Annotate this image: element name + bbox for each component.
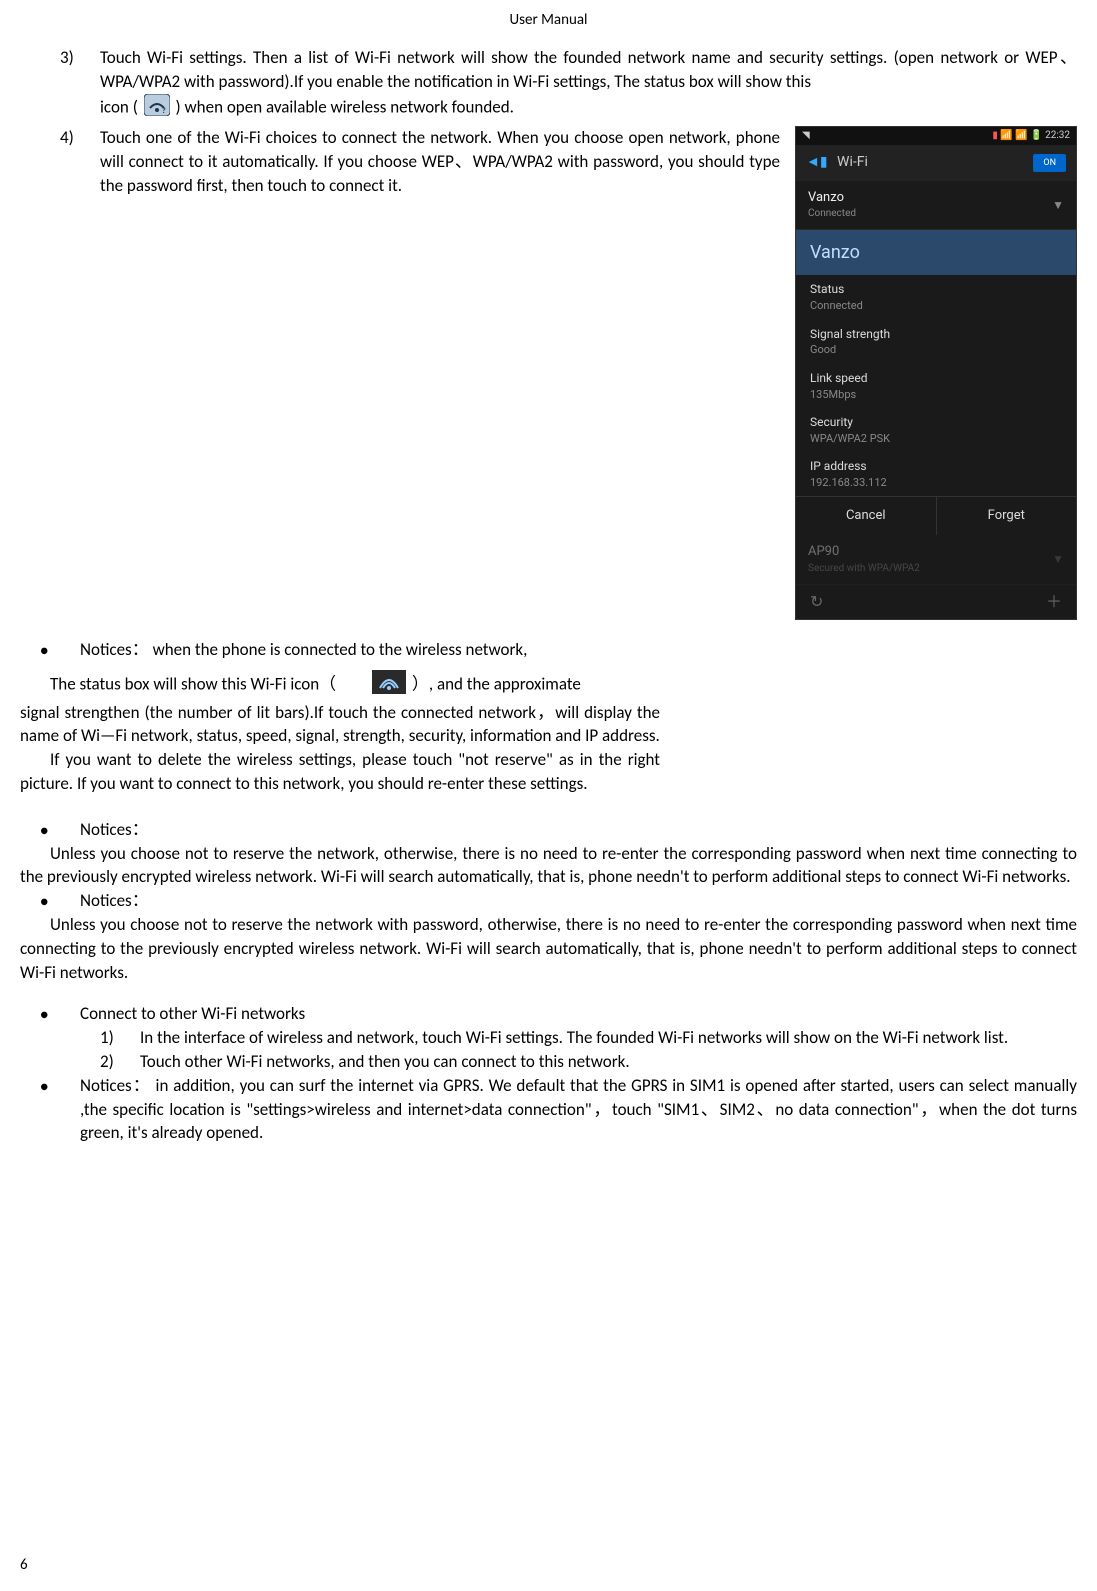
field-label: Status bbox=[810, 281, 1062, 298]
status-left-icon: ◥ bbox=[802, 129, 810, 143]
bullet-icon: ● bbox=[40, 889, 80, 913]
phone-screenshot: ◥ ▮ 📶 📶 🔋 22:32 ◄▮ Wi-Fi ON Vanzo Connec… bbox=[795, 126, 1077, 620]
body-text: Touch one of the Wi-Fi choices to connec… bbox=[100, 127, 780, 196]
phone-status-bar: ◥ ▮ 📶 📶 🔋 22:32 bbox=[796, 127, 1076, 145]
field-value: 192.168.33.112 bbox=[810, 475, 1062, 490]
body-paragraph: If you want to delete the wireless setti… bbox=[20, 748, 660, 796]
field-label: Signal strength bbox=[810, 326, 1062, 343]
body-text: icon ( bbox=[100, 96, 138, 117]
body-text: Touch Wi-Fi settings. Then a list of Wi-… bbox=[100, 47, 1077, 92]
wifi-on-toggle[interactable]: ON bbox=[1033, 154, 1066, 173]
notice-bullet: ● Notices： bbox=[40, 889, 1077, 913]
wifi-signal-icon: ▼ bbox=[1052, 551, 1064, 568]
body-paragraph: Unless you choose not to reserve the net… bbox=[20, 913, 1077, 984]
wifi-available-icon: ? bbox=[144, 94, 170, 123]
sub-list-item-1: 1) In the interface of wireless and netw… bbox=[100, 1026, 1077, 1050]
dialog-row-speed: Link speed 135Mbps bbox=[796, 364, 1076, 408]
body-paragraph: signal strengthen (the number of lit bar… bbox=[20, 701, 660, 749]
field-value: 135Mbps bbox=[810, 387, 1062, 402]
list-number: 1) bbox=[100, 1026, 140, 1050]
notice-bullet: ● Notices： bbox=[40, 818, 1077, 842]
signal-icon: 📶 📶 🔋 bbox=[1000, 130, 1045, 141]
wifi-signal-icon: ▼ bbox=[1052, 197, 1064, 214]
section-label: Connect to other Wi-Fi networks bbox=[80, 1002, 305, 1026]
field-label: Security bbox=[810, 414, 1062, 431]
connect-other-bullet: ● Connect to other Wi-Fi networks bbox=[40, 1002, 1077, 1026]
list-item-4: 4) ◥ ▮ 📶 📶 🔋 22:32 ◄▮ Wi-Fi ON bbox=[60, 126, 1077, 620]
page-header: User Manual bbox=[20, 10, 1077, 31]
bullet-icon: ● bbox=[40, 1002, 80, 1026]
svg-text:?: ? bbox=[162, 106, 166, 116]
add-icon[interactable]: ＋ bbox=[1046, 591, 1062, 613]
list-number: 3) bbox=[60, 46, 100, 94]
cancel-button[interactable]: Cancel bbox=[796, 497, 937, 535]
bullet-icon: ● bbox=[40, 818, 80, 842]
sub-list-item-2: 2) Touch other Wi-Fi networks, and then … bbox=[100, 1050, 1077, 1074]
forget-button[interactable]: Forget bbox=[937, 497, 1077, 535]
page-number: 6 bbox=[20, 1555, 28, 1576]
dialog-row-ip: IP address 192.168.33.112 bbox=[796, 452, 1076, 496]
body-text: Touch other Wi-Fi networks, and then you… bbox=[140, 1050, 1077, 1074]
field-label: Link speed bbox=[810, 370, 1062, 387]
back-icon: ◄▮ bbox=[806, 154, 828, 170]
list-item-3: 3) Touch Wi-Fi settings. Then a list of … bbox=[60, 46, 1077, 94]
list-number: 4) bbox=[60, 126, 100, 620]
notice-label: Notices： bbox=[80, 1075, 151, 1096]
dialog-row-security: Security WPA/WPA2 PSK bbox=[796, 408, 1076, 452]
field-value: Connected bbox=[810, 298, 1062, 313]
notice-bullet: ● Notices： in addition, you can surf the… bbox=[40, 1074, 1077, 1145]
body-text: The status box will show this Wi-Fi icon… bbox=[50, 673, 336, 694]
refresh-icon[interactable]: ↻ bbox=[810, 591, 823, 613]
network-status: Connected bbox=[808, 207, 856, 221]
wifi-title: Wi-Fi bbox=[837, 154, 868, 170]
bullet-icon: ● bbox=[40, 1074, 80, 1145]
body-text: ）, and the approximate bbox=[412, 673, 581, 694]
body-text: in addition, you can surf the internet v… bbox=[80, 1075, 1077, 1144]
notice-label: Notices： bbox=[80, 889, 149, 913]
field-label: IP address bbox=[810, 458, 1062, 475]
wifi-network-item[interactable]: Vanzo Connected ▼ bbox=[796, 181, 1076, 230]
dialog-row-signal: Signal strength Good bbox=[796, 320, 1076, 364]
dialog-row-status: Status Connected bbox=[796, 275, 1076, 319]
list-number: 2) bbox=[100, 1050, 140, 1074]
wifi-screen-header: ◄▮ Wi-Fi ON bbox=[796, 145, 1076, 181]
field-value: WPA/WPA2 PSK bbox=[810, 431, 1062, 446]
network-name: Vanzo bbox=[808, 189, 856, 207]
body-paragraph: The status box will show this Wi-Fi icon… bbox=[20, 670, 660, 701]
notice-bullet: ● Notices： when the phone is connected t… bbox=[40, 638, 660, 662]
wifi-network-item[interactable]: AP90 Secured with WPA/WPA2 ▼ bbox=[796, 535, 1076, 584]
status-time: 22:32 bbox=[1045, 130, 1070, 141]
body-text: when the phone is connected to the wirel… bbox=[153, 639, 528, 660]
body-text: ) when open available wireless network f… bbox=[176, 96, 514, 117]
network-status: Secured with WPA/WPA2 bbox=[808, 562, 920, 576]
body-text: In the interface of wireless and network… bbox=[140, 1026, 1077, 1050]
body-paragraph: Unless you choose not to reserve the net… bbox=[20, 842, 1077, 890]
dialog-title: Vanzo bbox=[796, 230, 1076, 275]
wifi-connected-icon bbox=[342, 670, 406, 701]
bullet-icon: ● bbox=[40, 638, 80, 662]
list-item-3-cont: icon ( ? ) when open available wireless … bbox=[100, 94, 1077, 123]
notice-label: Notices： bbox=[80, 818, 149, 842]
notice-label: Notices： bbox=[80, 639, 149, 660]
field-value: Good bbox=[810, 342, 1062, 357]
bottom-actions: ↻ ＋ bbox=[796, 585, 1076, 619]
network-name: AP90 bbox=[808, 543, 920, 561]
